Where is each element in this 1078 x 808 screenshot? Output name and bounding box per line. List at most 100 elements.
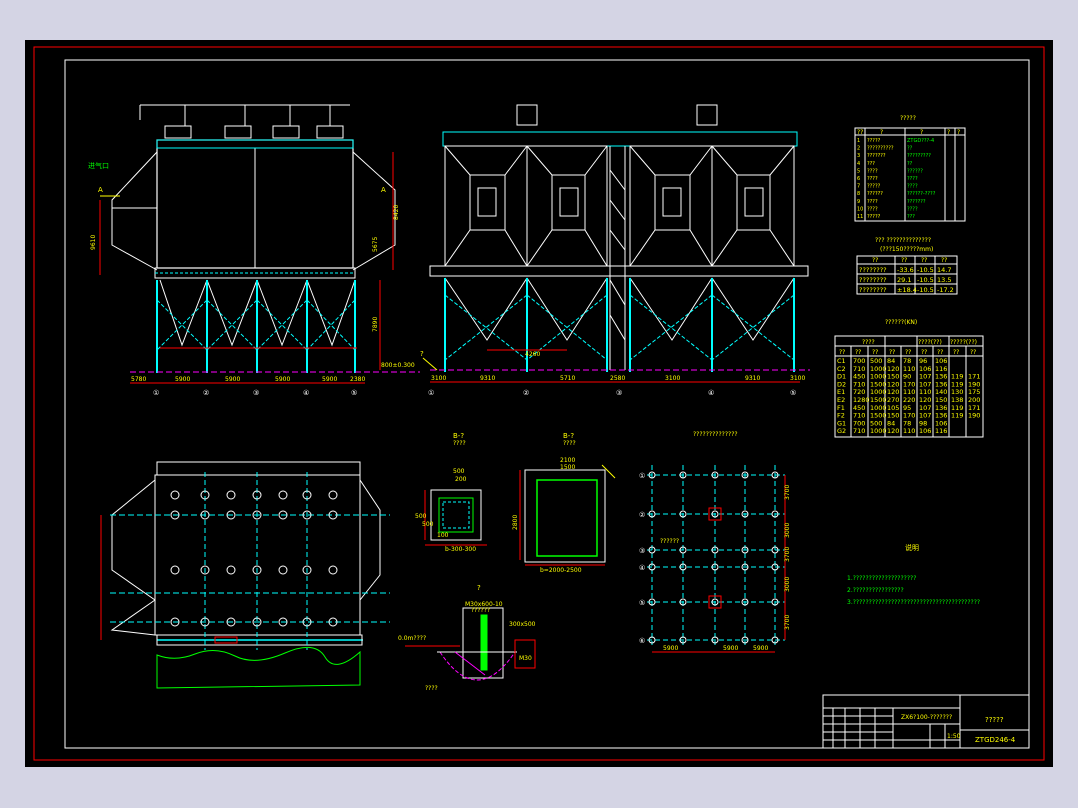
load-cell: 119 [951, 404, 963, 412]
load-cell: 120 [919, 396, 931, 404]
load-cell: 120 [887, 388, 899, 396]
load-cell: F2 [837, 412, 845, 420]
load-cell: 150 [887, 412, 899, 420]
load-cell: 105 [887, 404, 899, 412]
svg-text:②: ② [203, 389, 209, 397]
load-cell: E2 [837, 396, 845, 404]
load-header-cell: ?? [937, 349, 943, 356]
load-header-cell: ?? [921, 349, 927, 356]
pressure-table-title: ??? ?????????????? [875, 237, 931, 244]
load-cell: 78 [903, 357, 911, 365]
svg-text:?: ? [880, 129, 883, 136]
load-cell: 720 [853, 388, 865, 396]
param-cell: ?? [907, 161, 913, 167]
svg-text:3700: 3700 [784, 485, 791, 500]
load-table-header: ?????????????????? [839, 349, 976, 356]
pressure-cell: 29.1 [897, 276, 911, 284]
param-cell: ?????????? [867, 146, 894, 152]
svg-text:②: ② [639, 511, 645, 519]
svg-text:3100: 3100 [790, 375, 805, 382]
load-table-group1: ???? [862, 339, 875, 346]
load-cell: 1000 [870, 373, 887, 381]
load-cell: 84 [887, 419, 895, 427]
load-cell: 110 [903, 427, 915, 435]
load-cell: 700 [853, 357, 865, 365]
load-cell: 140 [935, 388, 947, 396]
front-dim-v0: 9610 [90, 235, 97, 250]
load-cell: 150 [935, 396, 947, 404]
pressure-cell: 14.7 [937, 266, 951, 274]
load-cell: 84 [887, 357, 895, 365]
load-cell: 119 [951, 412, 963, 420]
svg-text:3700: 3700 [784, 547, 791, 562]
load-cell: 110 [919, 388, 931, 396]
load-cell: 116 [935, 427, 947, 435]
section1-dim0: 500 [453, 468, 465, 475]
section2-sub: ???? [563, 440, 576, 447]
pressure-cell: -10.5 [917, 286, 934, 294]
cad-drawing: 进气口 A A 5780 5900 5900 5900 5900 2380 ① … [33, 46, 1045, 761]
title-drawing-no: ZTGD246-4 [975, 736, 1016, 744]
param-cell: ???? [867, 176, 878, 182]
section1-dim5: b-300-300 [445, 546, 476, 553]
pressure-table-header: ?? ?? ?? ?? [872, 257, 947, 264]
pressure-cell: 13.5 [937, 276, 951, 284]
notes-title: 说明 [905, 543, 919, 552]
param-cell: ??????-???? [907, 191, 936, 197]
param-cell: ???? [867, 199, 878, 205]
svg-text:?: ? [920, 129, 923, 136]
load-cell: 270 [887, 396, 899, 404]
load-cell: C2 [837, 365, 846, 373]
svg-text:②: ② [523, 389, 529, 397]
foundation-dims-bottom: 5900 5900 5900 [663, 645, 768, 652]
foundation-title: ?????????????? [693, 431, 738, 438]
front-axis-bubbles: ① ② ③ ④ ⑤ [153, 389, 357, 397]
param-cell: 3 [857, 153, 860, 159]
svg-text:④: ④ [639, 564, 645, 572]
bolt-hole [278, 565, 288, 575]
load-cell: 200 [968, 396, 980, 404]
load-header-cell: ?? [970, 349, 976, 356]
svg-text:2380: 2380 [350, 376, 365, 383]
load-cell: 107 [919, 380, 931, 388]
front-dim-v2: 5675 [372, 237, 379, 252]
load-cell: D1 [837, 373, 846, 381]
load-cell: 96 [919, 357, 927, 365]
load-header-cell: ?? [889, 349, 895, 356]
section1-dim4: 100 [437, 532, 449, 539]
svg-text:??: ?? [857, 129, 863, 136]
load-cell: 78 [903, 419, 911, 427]
anchor-detail [405, 607, 536, 681]
param-cell: 5 [857, 168, 860, 174]
front-dim-v3: 7890 [372, 317, 379, 332]
param-cell: ?? [907, 146, 913, 152]
bolt-hole [170, 490, 180, 500]
load-cell: 1500 [870, 412, 887, 420]
svg-text:??: ?? [921, 257, 927, 264]
foundation-notes-label: ?????? [660, 538, 679, 545]
svg-text:5900: 5900 [723, 645, 738, 652]
load-cell: 120 [887, 427, 899, 435]
section1-dim1: 200 [455, 476, 467, 483]
param-cell: 7 [857, 184, 860, 190]
section1-dim2: 500 [415, 513, 427, 520]
side-dims-bottom: 3100 9310 5710 2580 3100 9310 3100 [431, 375, 805, 382]
param-cell: ???? [867, 206, 878, 212]
foundation-plan [647, 465, 786, 653]
load-cell: 171 [968, 373, 980, 381]
load-cell: 120 [887, 365, 899, 373]
load-header-cell: ?? [872, 349, 878, 356]
svg-text:①: ① [639, 472, 645, 480]
bolt-hole [328, 565, 338, 575]
load-cell: 500 [870, 357, 882, 365]
load-cell: 106 [935, 419, 947, 427]
svg-text:5900: 5900 [175, 376, 190, 383]
anchor-label3: ???? [425, 685, 438, 692]
pressure-cell: -33.6 [897, 266, 914, 274]
pressure-cell: ±18.4 [897, 286, 917, 294]
section1-dim3: 500 [422, 521, 434, 528]
load-cell: 1500 [870, 380, 887, 388]
svg-text:④: ④ [303, 389, 309, 397]
bolt-hole [328, 490, 338, 500]
load-header-cell: ?? [839, 349, 845, 356]
